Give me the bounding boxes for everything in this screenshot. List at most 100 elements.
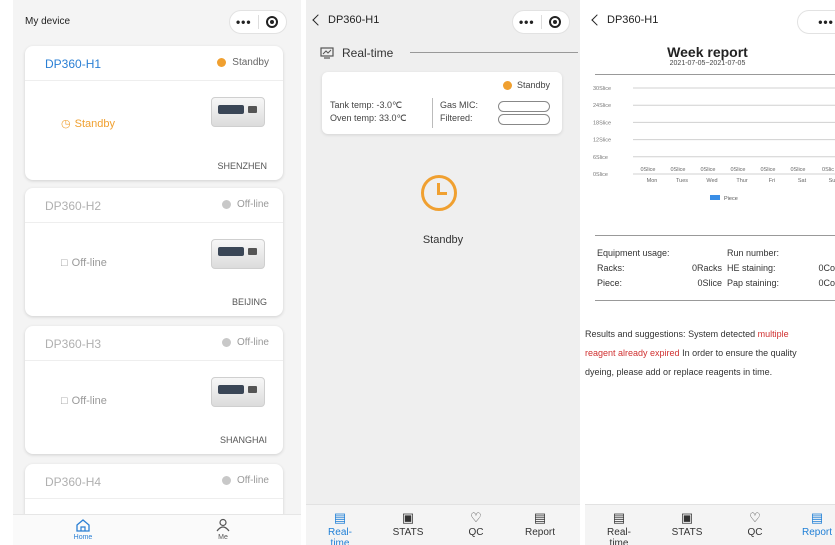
results-line-2: reagent already expired In order to ensu… — [585, 344, 835, 363]
section-title: Real-time — [342, 46, 394, 60]
device-card-header: DP360-H2 Off-line — [25, 188, 283, 223]
stats-monitor-icon: ▣ — [680, 510, 694, 525]
device-state: ◷ Standby — [61, 117, 115, 131]
status-dot-icon — [502, 80, 512, 90]
target-icon — [549, 16, 562, 28]
device-status-text: Off-line — [236, 199, 269, 210]
device-name: DP360-H3 — [45, 337, 102, 351]
mini-program-capsule[interactable]: ••• — [512, 10, 570, 34]
device-card[interactable]: DP360-H3 Off-line □ Off-line SHANGHAI — [25, 326, 283, 454]
device-status: Off-line — [221, 475, 269, 486]
nav-title: DP360-H1 — [607, 14, 659, 26]
x-tick-label: Fri — [769, 178, 775, 184]
he-value: 0Cou — [818, 263, 835, 273]
y-tick-label: 12Slice — [593, 138, 611, 144]
results-suggestions: Results and suggestions: System detected… — [585, 325, 835, 382]
tab-me[interactable]: Me — [203, 518, 243, 541]
realtime-screen: DP360-H1 ••• Real-time Standby Tank temp… — [306, 0, 580, 545]
tab-qc[interactable]: ♡ QC — [735, 509, 775, 538]
week-report-chart: 30Slice 24Slice 18Slice 12Slice 6Slice 0Slice… — [593, 86, 835, 202]
results-warning-2: reagent already expired — [585, 348, 680, 358]
realtime-status-text: Standby — [516, 80, 550, 90]
tab-stats[interactable]: ▣ STATS — [667, 509, 707, 538]
tab-label: Me — [218, 534, 228, 541]
tab-qc[interactable]: ♡ QC — [456, 509, 496, 538]
tab-realtime[interactable]: ▤ Real-time — [599, 509, 639, 545]
device-status: Off-line — [221, 199, 269, 210]
x-tick-label: Sat — [798, 178, 807, 184]
temperature-readouts: Tank temp: -3.0℃ Oven temp: 33.0℃ — [330, 99, 407, 125]
device-card[interactable]: DP360-H2 Off-line □ Off-line BEIJING — [25, 188, 283, 316]
gas-mic-indicator — [498, 101, 550, 112]
report-date-range: 2021-07-05~2021-07-05 — [669, 60, 746, 67]
close-target-button[interactable] — [542, 16, 570, 28]
tab-realtime[interactable]: ▤ Real-time — [320, 509, 360, 545]
device-name: DP360-H1 — [45, 57, 102, 71]
realtime-card: Standby Tank temp: -3.0℃ Oven temp: 33.0… — [322, 72, 562, 134]
device-card[interactable]: DP360-H1 Standby ◷ Standby SHENZHEN — [25, 46, 283, 180]
equipment-usage-label: Equipment usage: — [597, 248, 670, 258]
device-status: Standby — [217, 57, 269, 68]
device-card-body: ◷ Standby SHENZHEN — [25, 81, 283, 181]
close-target-button[interactable] — [259, 16, 287, 28]
machine-status-text: Standby — [422, 234, 464, 246]
results-line-1: Results and suggestions: System detected… — [585, 325, 835, 344]
y-tick-label: 24Slice — [593, 103, 611, 109]
device-card-body: □ Off-line BEIJING — [25, 223, 283, 317]
monitor-off-icon: □ — [61, 395, 68, 407]
device-image — [211, 239, 265, 269]
device-card-header: DP360-H1 Standby — [25, 46, 283, 81]
bottom-tab-bar: ▤ Real-time ▣ STATS ♡ QC ▤ Report — [306, 504, 580, 545]
racks-row: Racks: 0Racks — [597, 261, 722, 276]
shield-check-icon: ♡ — [749, 510, 761, 525]
gas-mic-label: Gas MIC: — [440, 100, 479, 110]
results-label: Results and suggestions: — [585, 329, 686, 339]
tab-report[interactable]: ▤ Report — [797, 509, 835, 538]
data-label: 0Slic — [822, 167, 834, 173]
document-icon: ▤ — [533, 510, 547, 525]
section-header: Real-time — [320, 46, 393, 60]
legend-swatch — [710, 195, 720, 200]
y-tick-label: 6Slice — [593, 155, 608, 161]
data-label: 0Slice — [761, 167, 776, 173]
mini-program-capsule[interactable]: ••• — [797, 10, 835, 34]
tab-stats[interactable]: ▣ STATS — [388, 509, 428, 538]
piece-label: Piece: — [597, 278, 623, 288]
filtered-label: Filtered: — [440, 113, 473, 123]
bottom-tab-bar: Home Me — [13, 514, 301, 545]
mini-program-capsule[interactable]: ••• — [229, 10, 287, 34]
device-card-header: DP360-H4 Off-line — [25, 464, 283, 499]
y-tick-label: 30Slice — [593, 86, 611, 92]
usage-right: Run number: HE staining: 0Cou Pap stainin… — [727, 246, 835, 291]
tab-report[interactable]: ▤ Report — [518, 509, 562, 538]
results-warning-1: multiple — [757, 329, 789, 339]
piece-value: 0Slice — [697, 278, 722, 288]
results-line-3: dyeing, please add or replace reagents i… — [585, 367, 773, 377]
device-image — [211, 377, 265, 407]
more-icon[interactable]: ••• — [230, 15, 258, 29]
back-button[interactable]: DP360-H1 — [312, 14, 379, 26]
usage-divider-top — [595, 235, 835, 236]
pap-row: Pap staining: 0Cou — [727, 276, 835, 291]
report-title: Week report — [667, 44, 748, 60]
y-tick-label: 0Slice — [593, 172, 608, 178]
more-icon[interactable]: ••• — [513, 15, 541, 29]
tab-home[interactable]: Home — [63, 518, 103, 541]
clock-icon: ◷ — [61, 118, 71, 130]
device-name: DP360-H4 — [45, 475, 102, 489]
results-text-1: System detected — [685, 329, 758, 339]
monitor-off-icon: □ — [61, 257, 68, 269]
back-button[interactable]: DP360-H1 — [591, 14, 659, 26]
more-icon[interactable]: ••• — [798, 15, 835, 29]
week-report-screen: DP360-H1 ••• Week report 2021-07-05~2021… — [585, 0, 835, 545]
device-list-screen: My device ••• DP360-H1 Standby ◷ Standby … — [13, 0, 301, 545]
device-city: BEIJING — [231, 297, 267, 307]
pap-label: Pap staining: — [727, 278, 780, 288]
device-image — [211, 97, 265, 127]
x-tick-label: Su — [829, 178, 835, 184]
tab-label: Report — [801, 527, 832, 538]
chevron-left-icon — [591, 14, 603, 26]
chevron-left-icon — [312, 14, 324, 26]
document-icon: ▤ — [810, 510, 824, 525]
card-divider — [432, 98, 433, 128]
